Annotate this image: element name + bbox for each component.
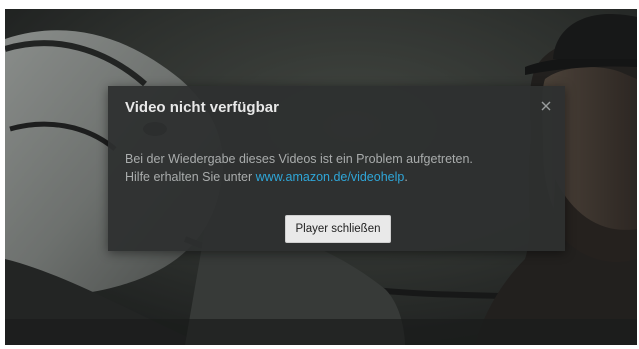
close-button[interactable]	[539, 99, 553, 113]
dialog-message: Bei der Wiedergabe dieses Videos ist ein…	[125, 150, 550, 186]
message-line-2: Hilfe erhalten Sie unter www.amazon.de/v…	[125, 168, 550, 186]
screen: Video nicht verfügbar Bei der Wiedergabe…	[0, 0, 639, 349]
close-icon	[541, 101, 551, 111]
message-line-1: Bei der Wiedergabe dieses Videos ist ein…	[125, 152, 473, 166]
error-dialog: Video nicht verfügbar Bei der Wiedergabe…	[108, 86, 565, 251]
dialog-title: Video nicht verfügbar	[125, 99, 279, 116]
help-link[interactable]: www.amazon.de/videohelp	[256, 170, 405, 184]
video-player[interactable]: Video nicht verfügbar Bei der Wiedergabe…	[5, 9, 637, 345]
message-line-2-suffix: .	[404, 170, 408, 184]
message-line-2-prefix: Hilfe erhalten Sie unter	[125, 170, 256, 184]
close-player-button[interactable]: Player schließen	[285, 215, 391, 243]
